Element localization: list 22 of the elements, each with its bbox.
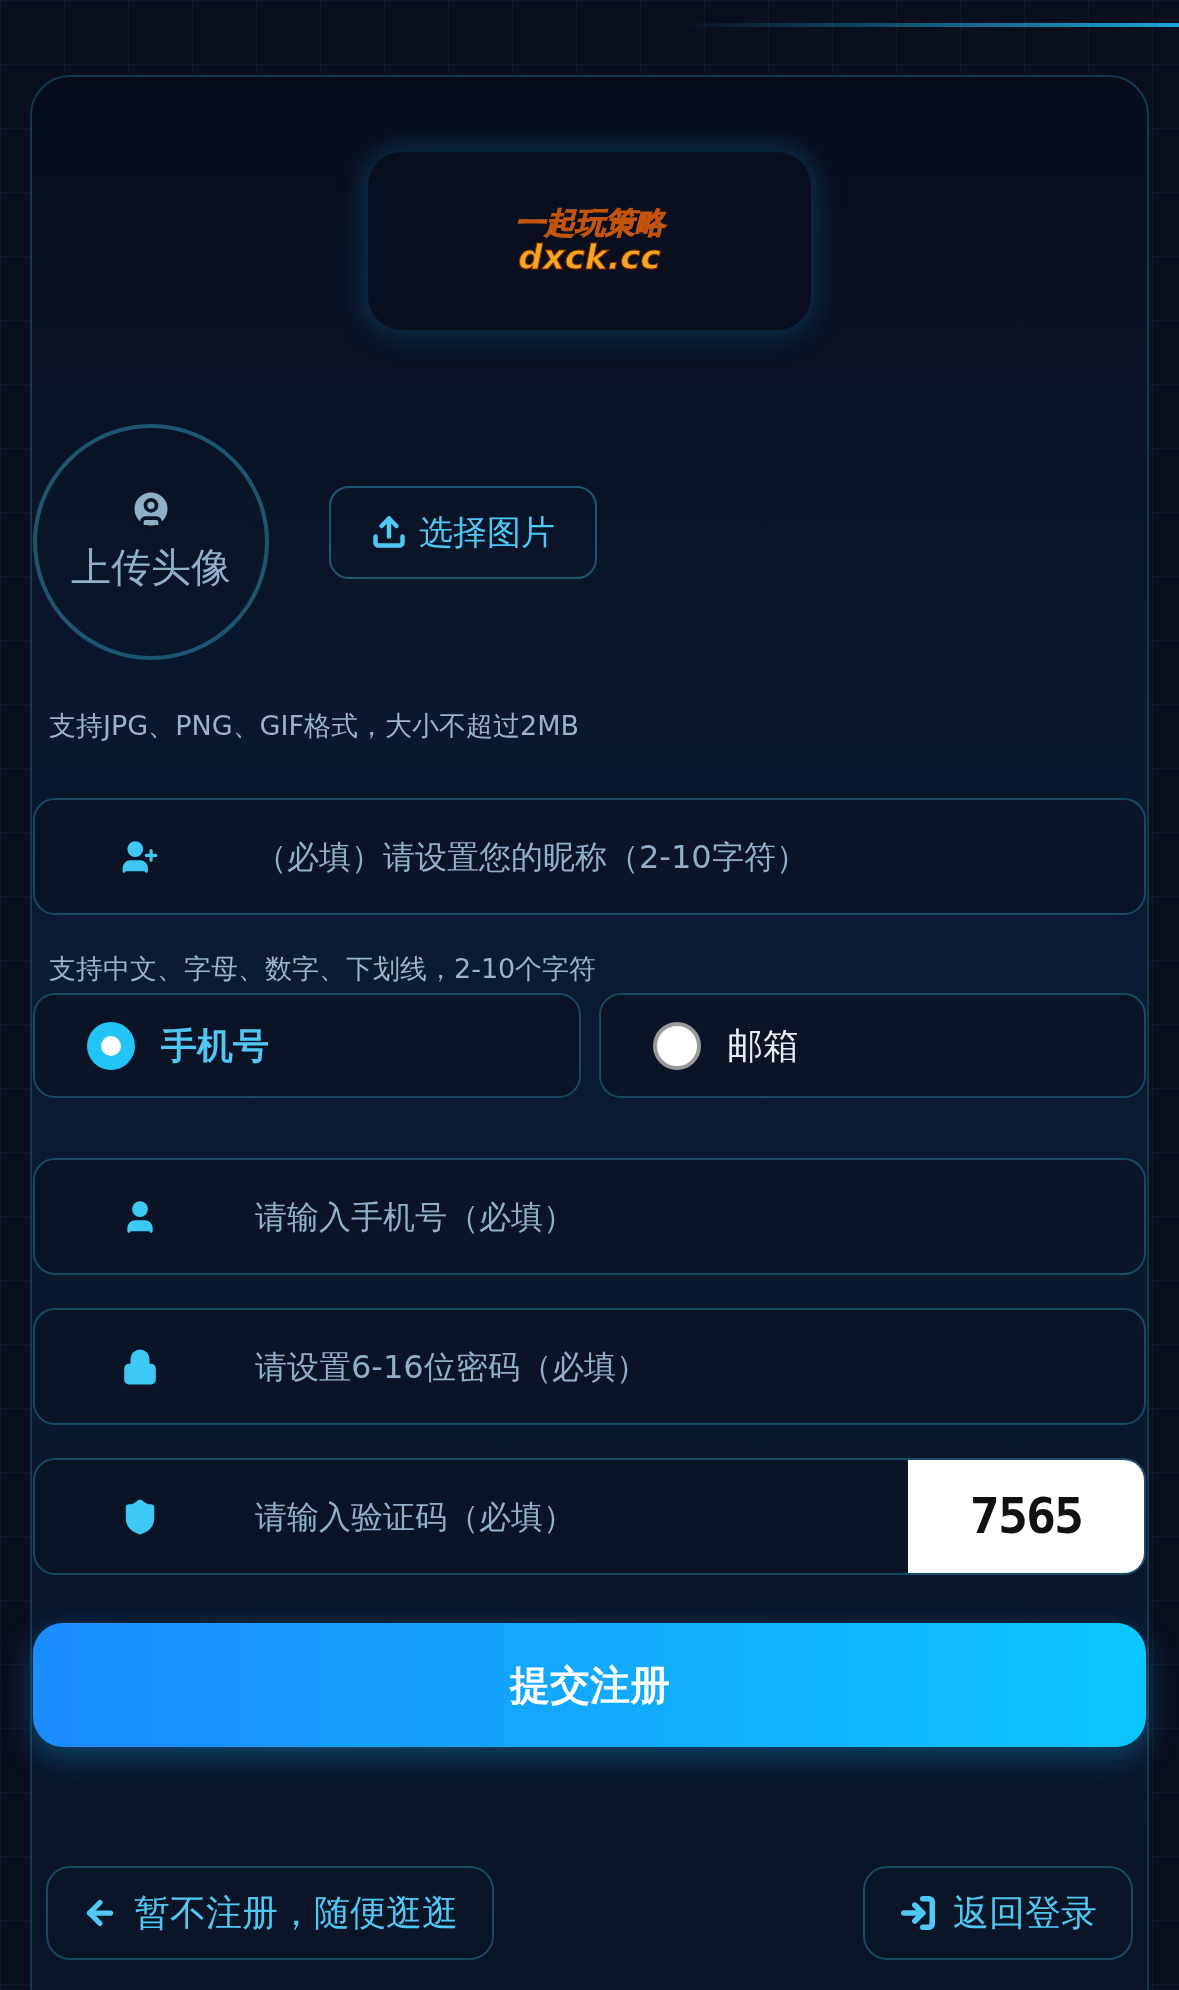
contact-type-option[interactable]: 邮箱 xyxy=(598,993,1146,1098)
browse-button[interactable]: 暂不注册，随便逛逛 xyxy=(46,1866,494,1960)
input-field[interactable]: 请输入手机号（必填） xyxy=(33,1158,1146,1275)
logo-title: 一起玩策略 xyxy=(514,207,665,239)
login-icon xyxy=(899,1894,937,1932)
input-field[interactable]: （必填）请设置您的昵称（2-10字符） xyxy=(33,798,1146,915)
contact-type-option[interactable]: 手机号 xyxy=(33,993,581,1098)
lock-icon xyxy=(121,1347,159,1386)
logo-domain: dxck.cc xyxy=(518,239,661,275)
radio-label: 手机号 xyxy=(161,1023,269,1068)
upload-icon xyxy=(371,514,407,550)
avatar-hint: 支持JPG、PNG、GIF格式，大小不超过2MB xyxy=(49,710,580,742)
radio-button[interactable] xyxy=(87,1021,135,1070)
avatar-upload[interactable]: 上传头像 xyxy=(33,424,269,660)
captcha-code: 7565 xyxy=(969,1486,1083,1547)
back-to-login-button[interactable]: 返回登录 xyxy=(863,1866,1133,1960)
captcha-image[interactable]: 7565 xyxy=(908,1460,1144,1573)
avatar-label: 上传头像 xyxy=(71,543,231,592)
choose-image-button[interactable]: 选择图片 xyxy=(329,485,597,579)
radio-label: 邮箱 xyxy=(726,1023,799,1068)
nickname-hint: 支持中文、字母、数字、下划线，2-10个字符 xyxy=(49,953,598,985)
input-field[interactable]: 请设置6-16位密码（必填） xyxy=(33,1308,1146,1425)
